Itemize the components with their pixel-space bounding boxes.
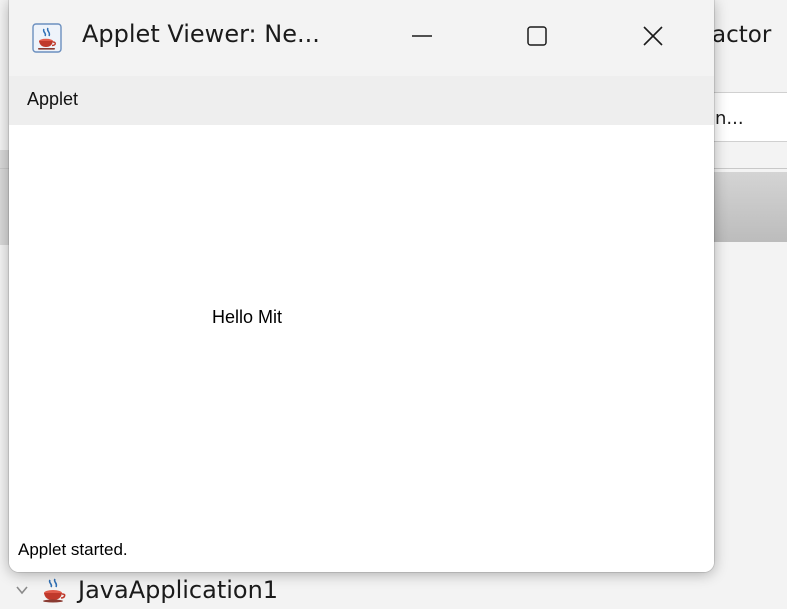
chevron-down-icon[interactable]: [14, 582, 30, 598]
maximize-icon: [525, 24, 549, 53]
java-coffee-cup-icon: [40, 576, 68, 604]
project-tree-item-label: JavaApplication1: [78, 576, 279, 604]
status-bar-text: Applet started.: [18, 540, 128, 559]
java-coffee-cup-icon: [32, 23, 62, 53]
applet-message: Hello Mit: [212, 307, 283, 327]
ide-menu-refactor-fragment[interactable]: actor: [712, 22, 771, 48]
project-tree-item[interactable]: JavaApplication1: [14, 574, 278, 606]
menu-item-applet[interactable]: Applet: [27, 89, 78, 110]
applet-content-area[interactable]: [9, 125, 714, 572]
menu-bar: [9, 76, 714, 125]
applet-viewer-window: Applet Viewer: Ne... Applet Hello Mit Ap…: [9, 0, 714, 572]
close-button[interactable]: [623, 10, 683, 66]
minimize-button[interactable]: [392, 10, 452, 66]
close-icon: [641, 24, 665, 53]
minimize-icon: [410, 24, 434, 53]
maximize-button[interactable]: [507, 10, 567, 66]
window-titlebar[interactable]: Applet Viewer: Ne...: [9, 0, 714, 76]
window-title: Applet Viewer: Ne...: [82, 20, 320, 48]
